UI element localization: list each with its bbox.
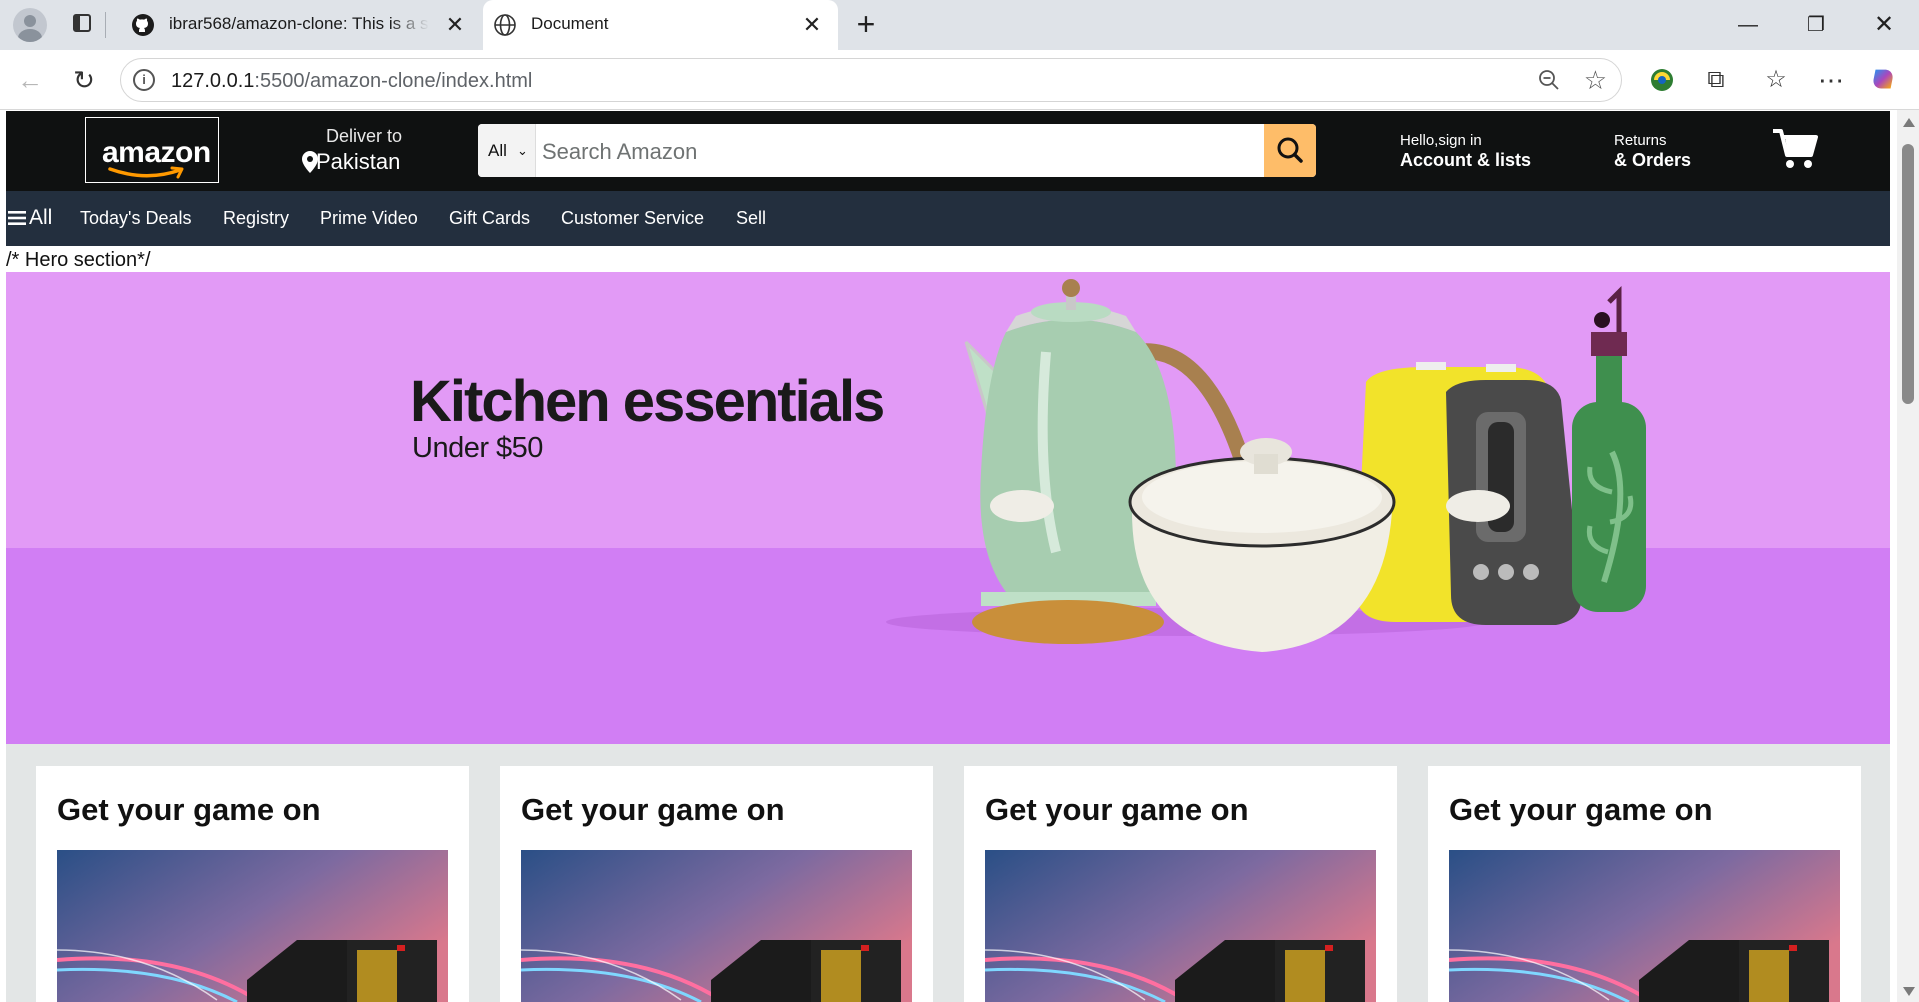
search-category-select[interactable]: All ⌄ (478, 124, 536, 177)
oil-bottle-illustration (1572, 285, 1646, 612)
product-card[interactable]: Get your game on (36, 766, 469, 1002)
cart-icon[interactable] (1771, 127, 1819, 171)
gaming-pc-image (57, 850, 448, 1002)
url-host: 127.0.0.1 (171, 70, 255, 92)
tab-document[interactable]: Document ✕ (483, 0, 838, 50)
hamburger-menu-icon (8, 211, 26, 226)
product-card[interactable]: Get your game on (500, 766, 933, 1002)
all-label: All (29, 206, 53, 229)
search-button[interactable] (1264, 124, 1316, 177)
nav-sell[interactable]: Sell (736, 208, 766, 229)
scroll-up-arrow-icon[interactable] (1903, 118, 1915, 127)
gaming-pc-image (1449, 850, 1840, 1002)
site-info-icon[interactable]: i (133, 69, 155, 91)
close-window-icon[interactable]: ✕ (1851, 0, 1917, 50)
nav-gift-cards[interactable]: Gift Cards (449, 208, 530, 229)
stray-comment-text: /* Hero section*/ (6, 249, 151, 271)
account-lists[interactable]: Hello,sign in Account & lists (1400, 132, 1531, 171)
close-tab-icon[interactable]: ✕ (800, 13, 824, 37)
card-image[interactable] (521, 850, 912, 1002)
card-title: Get your game on (985, 792, 1249, 827)
github-icon (132, 14, 154, 36)
tab-github[interactable]: ibrar568/amazon-clone: This is a s ✕ (121, 0, 481, 50)
globe-icon (494, 14, 516, 36)
search-input[interactable] (536, 124, 1274, 177)
all-menu-button[interactable]: All (8, 206, 52, 230)
card-title: Get your game on (57, 792, 321, 827)
close-tab-icon[interactable]: ✕ (443, 13, 467, 37)
copilot-icon[interactable] (1868, 64, 1900, 96)
amazon-header: amazon Deliver to Pakistan All ⌄ Search … (6, 111, 1890, 191)
favorites-icon[interactable]: ☆ (1760, 64, 1792, 96)
kitchen-products-illustration (886, 279, 1646, 652)
logo-smile-icon (108, 166, 184, 179)
page-viewport: amazon Deliver to Pakistan All ⌄ Search … (0, 110, 1919, 1002)
gaming-pc-image (985, 850, 1376, 1002)
tab-separator (105, 12, 106, 38)
search-bar: All ⌄ (478, 124, 1316, 177)
card-image[interactable] (57, 850, 448, 1002)
page-scrollbar[interactable] (1897, 110, 1919, 1002)
search-icon (1277, 137, 1303, 163)
product-card[interactable]: Get your game on (964, 766, 1397, 1002)
logo-text: amazon (102, 136, 211, 169)
tab-title: ibrar568/amazon-clone: This is a s (169, 14, 429, 33)
card-title: Get your game on (1449, 792, 1713, 827)
minimize-icon[interactable]: — (1715, 0, 1781, 50)
reload-icon[interactable]: ↻ (68, 64, 100, 96)
tab-title: Document (531, 14, 609, 33)
address-toolbar: ← ↻ i 127.0.0.1:5500/amazon-clone/index.… (0, 50, 1919, 110)
chevron-down-icon: ⌄ (517, 143, 528, 158)
account-label: Account & lists (1400, 150, 1532, 170)
scrollbar-thumb[interactable] (1902, 144, 1914, 404)
tab-actions-icon[interactable] (73, 14, 91, 32)
gaming-pc-image (521, 850, 912, 1002)
url-path: :5500/amazon-clone/index.html (254, 70, 533, 92)
card-title: Get your game on (521, 792, 785, 827)
account-greeting: Hello,sign in (1400, 132, 1482, 149)
extension-colorful-icon[interactable] (1646, 64, 1678, 96)
amazon-logo[interactable]: amazon (85, 117, 219, 183)
nav-todays-deals[interactable]: Today's Deals (80, 208, 192, 229)
nav-prime-video[interactable]: Prime Video (320, 208, 418, 229)
deliver-label: Deliver to (326, 126, 403, 146)
card-image[interactable] (1449, 850, 1840, 1002)
amazon-nav-bar: All Today's Deals Registry Prime Video G… (6, 191, 1890, 246)
returns-label: Returns (1614, 132, 1667, 149)
browser-tab-bar: ibrar568/amazon-clone: This is a s ✕ Doc… (0, 0, 1919, 50)
restore-icon[interactable]: ❐ (1783, 0, 1849, 50)
hero-banner[interactable]: Kitchen essentials Under $50 (6, 272, 1890, 744)
more-options-icon[interactable]: ⋯ (1815, 64, 1847, 96)
nav-registry[interactable]: Registry (223, 208, 289, 229)
url-text[interactable]: 127.0.0.1:5500/amazon-clone/index.html (171, 70, 532, 93)
back-arrow-icon[interactable]: ← (14, 64, 46, 96)
scroll-down-arrow-icon[interactable] (1903, 987, 1915, 996)
product-card[interactable]: Get your game on (1428, 766, 1861, 1002)
category-label: All (488, 141, 507, 160)
favorite-star-icon[interactable]: ☆ (1584, 65, 1607, 96)
orders-label: & Orders (1614, 150, 1692, 170)
card-image[interactable] (985, 850, 1376, 1002)
profile-avatar-icon[interactable] (13, 8, 47, 42)
new-tab-plus-icon[interactable]: + (850, 8, 882, 41)
deliver-country: Pakistan (316, 149, 401, 174)
extensions-puzzle-icon[interactable]: ⧉ (1700, 64, 1732, 96)
address-bar[interactable]: i 127.0.0.1:5500/amazon-clone/index.html… (120, 58, 1622, 102)
returns-orders[interactable]: Returns & Orders (1614, 132, 1691, 171)
zoom-out-icon[interactable] (1537, 67, 1561, 93)
nav-customer-service[interactable]: Customer Service (561, 208, 704, 229)
